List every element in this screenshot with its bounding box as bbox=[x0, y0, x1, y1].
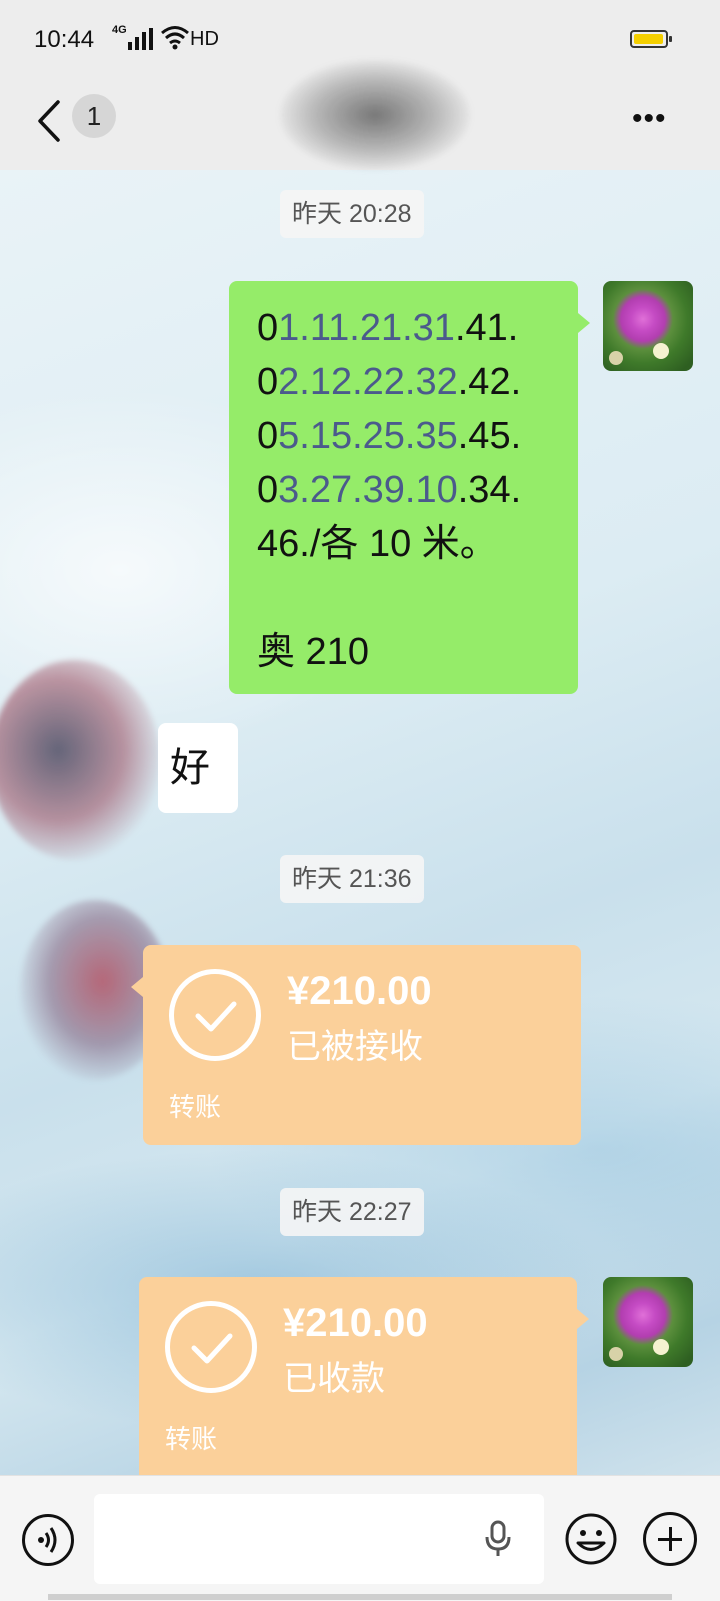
transfer-card-sent[interactable]: ¥210.00 已收款 转账 bbox=[139, 1277, 589, 1475]
plus-icon[interactable] bbox=[643, 1512, 697, 1566]
check-circle-icon bbox=[165, 1301, 257, 1393]
signal-icon bbox=[128, 28, 153, 50]
check-circle-icon bbox=[169, 969, 261, 1061]
transfer-label: 转账 bbox=[165, 1424, 218, 1454]
transfer-status: 已收款 bbox=[283, 1360, 385, 1398]
microphone-icon[interactable] bbox=[484, 1520, 512, 1558]
my-avatar[interactable] bbox=[603, 281, 693, 371]
message-line: 奥 210 bbox=[257, 631, 369, 673]
message-line: 46./各 10 米。 bbox=[257, 523, 498, 565]
network-type: 4G bbox=[112, 24, 127, 36]
transfer-card-received[interactable]: ¥210.00 已被接收 转账 bbox=[131, 945, 581, 1145]
wifi-icon bbox=[161, 26, 189, 50]
message-line: 03.27.39.10.34. bbox=[257, 469, 522, 511]
unread-badge[interactable]: 1 bbox=[72, 94, 116, 138]
message-timestamp: 昨天 21:36 bbox=[280, 855, 424, 903]
emoji-icon[interactable] bbox=[564, 1512, 618, 1566]
message-timestamp: 昨天 20:28 bbox=[280, 190, 424, 238]
input-bar bbox=[0, 1475, 720, 1601]
transfer-label: 转账 bbox=[169, 1092, 222, 1122]
received-message-bubble[interactable]: 好 bbox=[158, 723, 238, 813]
chat-header: 1 ••• bbox=[0, 60, 720, 170]
hd-indicator: HD bbox=[190, 28, 219, 50]
sent-message-bubble[interactable]: 01.11.21.31.41. 02.12.22.32.42. 05.15.25… bbox=[229, 281, 590, 694]
message-line bbox=[257, 571, 521, 625]
message-line: 02.12.22.32.42. bbox=[257, 361, 522, 403]
message-line: 01.11.21.31.41. bbox=[257, 307, 519, 349]
transfer-amount: ¥210.00 bbox=[283, 1301, 428, 1345]
transfer-status: 已被接收 bbox=[287, 1028, 423, 1066]
battery-icon bbox=[630, 30, 672, 48]
back-arrow-icon[interactable] bbox=[36, 98, 76, 144]
clock: 10:44 bbox=[34, 26, 95, 53]
voice-toggle-icon[interactable] bbox=[22, 1514, 74, 1566]
my-avatar[interactable] bbox=[603, 1277, 693, 1367]
message-timestamp: 昨天 22:27 bbox=[280, 1188, 424, 1236]
gesture-bar bbox=[48, 1594, 672, 1600]
message-input[interactable] bbox=[94, 1494, 544, 1584]
transfer-amount: ¥210.00 bbox=[287, 969, 432, 1013]
more-options-icon[interactable]: ••• bbox=[632, 102, 667, 136]
message-line: 05.15.25.35.45. bbox=[257, 415, 522, 457]
contact-name-redacted bbox=[280, 60, 470, 170]
sent-message-text: 01.11.21.31.41. 02.12.22.32.42. 05.15.25… bbox=[257, 301, 521, 679]
